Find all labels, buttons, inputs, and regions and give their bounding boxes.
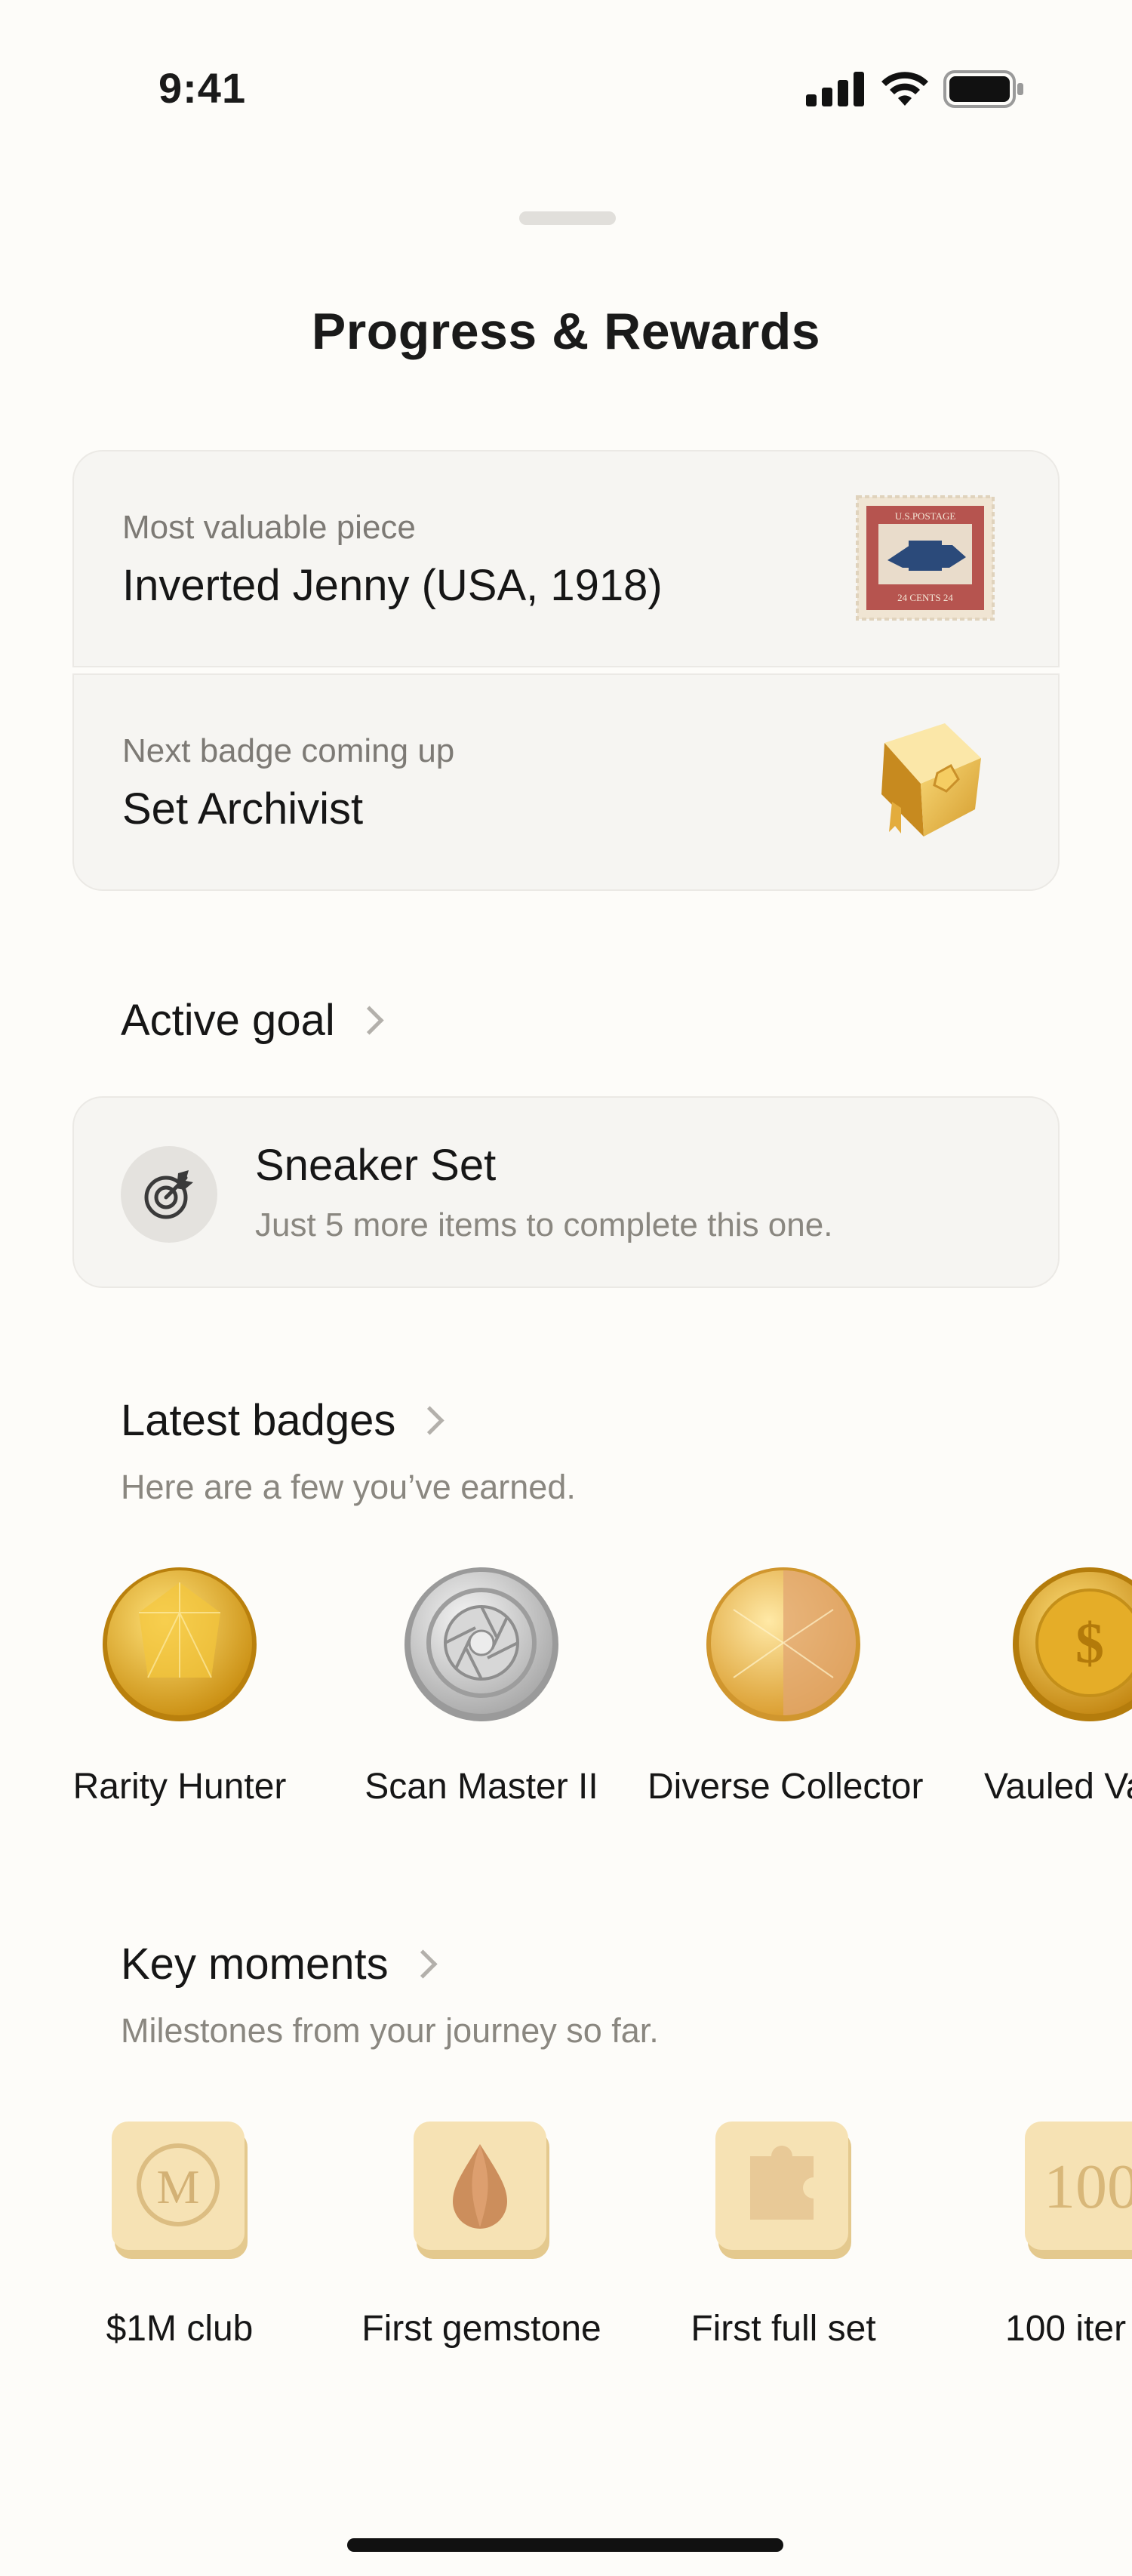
moment-label: $1M club (106, 2309, 254, 2349)
svg-text:24 CENTS 24: 24 CENTS 24 (897, 592, 953, 603)
gold-dollar-coin-icon: $ (1013, 1567, 1132, 1721)
goal-target-icon (121, 1146, 217, 1243)
most-valuable-card[interactable]: Most valuable piece Inverted Jenny (USA,… (72, 450, 1060, 667)
chevron-right-icon (415, 1406, 444, 1435)
page-title: Progress & Rewards (311, 303, 821, 360)
chevron-right-icon (408, 1949, 438, 1979)
badge-item[interactable]: Rarity Hunter (44, 1564, 315, 1807)
wifi-icon (881, 72, 928, 106)
m-coin-tile-icon: M (112, 2122, 248, 2259)
latest-badges-subtitle: Here are a few you’ve earned. (121, 1468, 576, 1506)
moment-item[interactable]: First full set (648, 2114, 919, 2350)
key-moments-title: Key moments (121, 1940, 389, 1989)
badge-label: Scan Master II (365, 1767, 598, 1807)
badge-item[interactable]: Scan Master II (346, 1564, 617, 1807)
next-badge-value: Set Archivist (122, 784, 364, 834)
key-moments-subtitle: Milestones from your journey so far. (121, 2011, 659, 2050)
next-badge-card[interactable]: Next badge coming up Set Archivist (72, 673, 1060, 891)
moment-label: First gemstone (361, 2309, 601, 2349)
active-goal-card[interactable]: Sneaker Set Just 5 more items to complet… (72, 1096, 1060, 1288)
badge-label: Rarity Hunter (72, 1767, 287, 1807)
hundred-tile-icon: 100 (1025, 2122, 1132, 2259)
next-badge-label: Next badge coming up (122, 732, 455, 769)
goal-description: Just 5 more items to complete this one. (255, 1206, 833, 1243)
most-valuable-label: Most valuable piece (122, 509, 416, 546)
badge-label: Vauled Va (984, 1767, 1132, 1807)
moment-item[interactable]: First gemstone (346, 2114, 617, 2350)
latest-badges-header[interactable]: Latest badges (121, 1395, 444, 1446)
badge-label: Diverse Collector (648, 1767, 924, 1807)
home-indicator[interactable] (347, 2538, 783, 2552)
puzzle-tile-icon (715, 2122, 851, 2259)
goal-name: Sneaker Set (255, 1141, 497, 1190)
moment-label: 100 iter (1005, 2309, 1127, 2349)
moment-item[interactable]: M $1M club (44, 2114, 315, 2350)
silver-aperture-badge-icon (405, 1567, 558, 1721)
status-icons (806, 66, 1025, 112)
battery-icon (943, 70, 1023, 108)
svg-text:M: M (157, 2160, 200, 2214)
svg-text:U.S.POSTAGE: U.S.POSTAGE (895, 510, 956, 522)
svg-text:$: $ (1075, 1612, 1104, 1675)
moment-item[interactable]: 100 100 iter (949, 2114, 1132, 2350)
gold-book-badge-icon (881, 723, 981, 837)
most-valuable-value: Inverted Jenny (USA, 1918) (122, 561, 663, 610)
badge-item[interactable]: Diverse Collector (648, 1564, 924, 1807)
moment-label: First full set (691, 2309, 876, 2349)
cellular-signal-icon (806, 72, 864, 106)
sheet-grabber[interactable] (519, 211, 616, 225)
active-goal-header[interactable]: Active goal (121, 995, 384, 1046)
chevron-right-icon (355, 1006, 384, 1035)
key-moments-header[interactable]: Key moments (121, 1939, 438, 1989)
status-time: 9:41 (158, 64, 247, 112)
drop-tile-icon (414, 2122, 549, 2259)
latest-badges-title: Latest badges (121, 1396, 396, 1445)
gold-gem-badge-icon (103, 1567, 257, 1721)
active-goal-title: Active goal (121, 996, 335, 1045)
badge-item[interactable]: $ Vauled Va (949, 1564, 1132, 1807)
tile-text: 100 (1044, 2152, 1132, 2222)
stamp-icon: U.S.POSTAGE 24 CENTS 24 (856, 495, 995, 621)
gold-prism-badge-icon (706, 1567, 860, 1721)
